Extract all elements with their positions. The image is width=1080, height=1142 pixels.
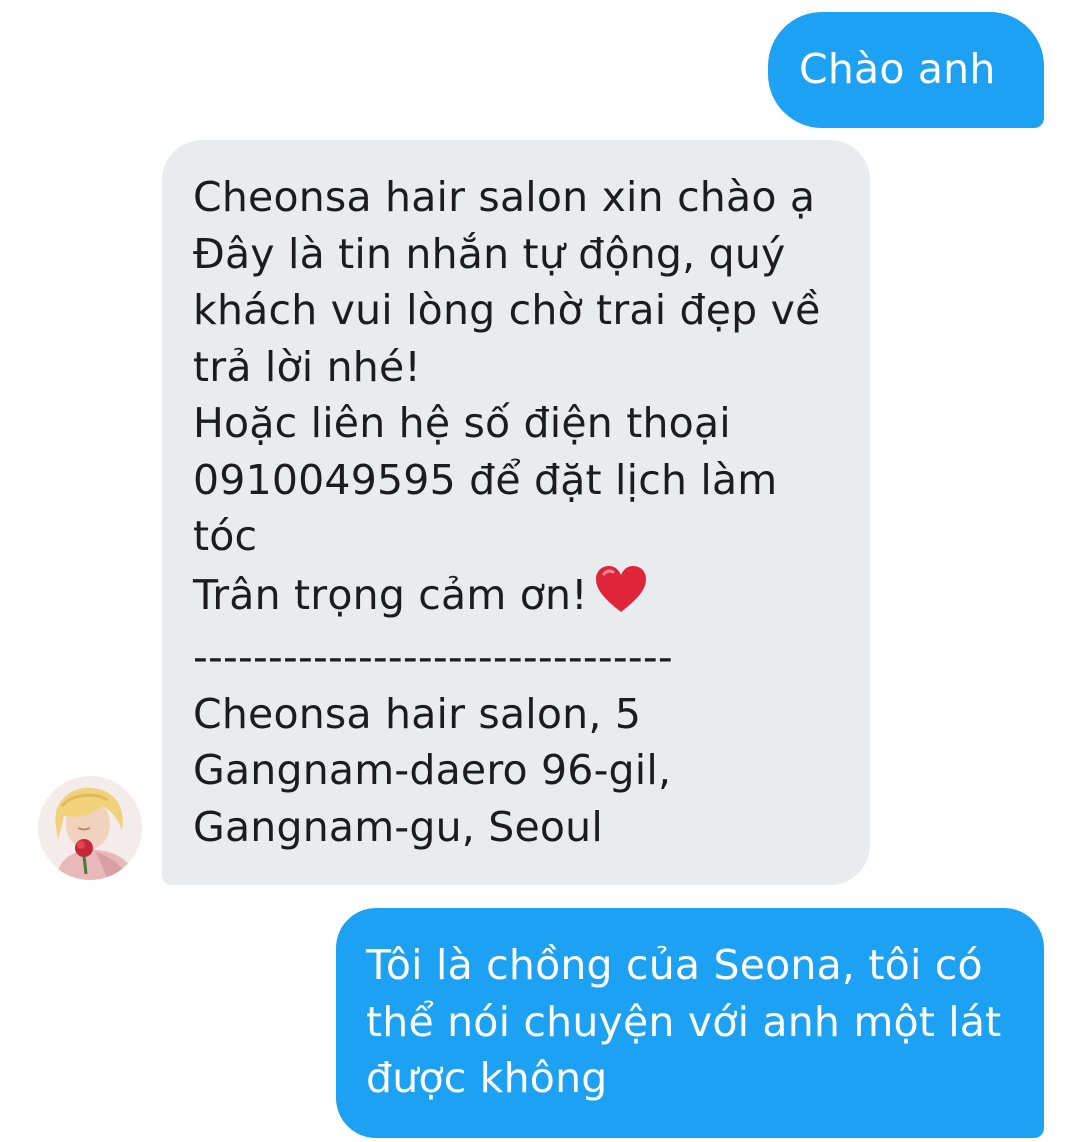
message-text-line: khách vui lòng chờ trai đẹp về <box>193 286 821 334</box>
avatar-photo-icon <box>38 776 142 880</box>
message-text-line: được không <box>366 1054 608 1102</box>
message-text-line: Hoặc liên hệ số điện thoại <box>193 399 731 447</box>
message-text-line: Chào anh <box>799 45 996 93</box>
outgoing-message-bubble[interactable]: Tôi là chồng của Seona, tôi có thể nói c… <box>336 908 1044 1138</box>
message-text-line: Cheonsa hair salon xin chào ạ <box>193 173 816 221</box>
message-text-line: Gangnam-gu, Seoul <box>193 802 603 851</box>
heart-emoji-icon <box>594 565 648 630</box>
message-text-line: Cheonsa hair salon, 5 <box>193 689 642 738</box>
outgoing-message-bubble[interactable]: Chào anh <box>768 12 1044 128</box>
message-text-line: Đây là tin nhắn tự động, quý <box>193 229 786 278</box>
message-text: Trân trọng cảm ơn! <box>193 570 588 619</box>
message-text-line-with-emoji: Trân trọng cảm ơn! <box>193 565 870 630</box>
sender-avatar[interactable] <box>38 776 142 880</box>
message-text-line: tóc <box>193 512 258 560</box>
message-divider-line: -------------------------------- <box>193 633 673 681</box>
incoming-message-bubble[interactable]: Cheonsa hair salon xin chào ạ Đây là tin… <box>162 140 870 885</box>
message-text-line: trả lời nhé! <box>193 342 422 391</box>
message-text-line: thể nói chuyện với anh một lát <box>366 997 1002 1046</box>
message-text-line: Tôi là chồng của Seona, tôi có <box>366 941 983 989</box>
message-text-line: Gangnam-daero 96-gil, <box>193 746 672 794</box>
message-text-line: 0910049595 để đặt lịch làm <box>193 455 778 504</box>
